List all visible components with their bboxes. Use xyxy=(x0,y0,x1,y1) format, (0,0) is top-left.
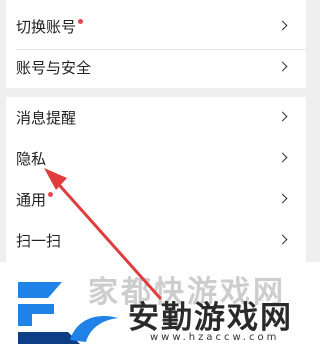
general-row[interactable]: 通用 xyxy=(6,182,306,218)
watermark-title: 安勤游戏网 xyxy=(128,300,293,336)
general-label: 通用 xyxy=(16,190,54,210)
chevron-right-icon xyxy=(277,20,288,31)
site-logo-icon xyxy=(18,282,118,344)
scan-label: 扫一扫 xyxy=(16,232,62,250)
red-dot-badge xyxy=(78,19,84,24)
watermark-banner: 家都快游戏网 安勤游戏网 www.hzaccw.com xyxy=(0,262,320,349)
chevron-right-icon xyxy=(277,234,288,245)
watermark-url: www.hzaccw.com xyxy=(150,332,280,343)
chevron-right-icon xyxy=(277,193,288,204)
settings-group-general: 消息提醒 隐私 通用 扫一扫 xyxy=(6,97,306,262)
account-security-row[interactable]: 账号与安全 xyxy=(6,50,306,86)
privacy-row[interactable]: 隐私 xyxy=(6,141,306,177)
chevron-right-icon xyxy=(277,152,288,163)
account-security-label: 账号与安全 xyxy=(16,59,92,77)
message-notification-row[interactable]: 消息提醒 xyxy=(6,100,306,136)
settings-group-account: 切换账号 账号与安全 xyxy=(6,0,306,88)
scan-row[interactable]: 扫一扫 xyxy=(6,223,306,259)
privacy-label: 隐私 xyxy=(16,150,47,168)
chevron-right-icon xyxy=(277,61,288,72)
red-dot-badge xyxy=(48,192,54,197)
switch-account-row[interactable]: 切换账号 xyxy=(6,9,306,45)
message-notification-label: 消息提醒 xyxy=(16,109,77,127)
chevron-right-icon xyxy=(277,111,288,122)
switch-account-label: 切换账号 xyxy=(16,17,84,37)
